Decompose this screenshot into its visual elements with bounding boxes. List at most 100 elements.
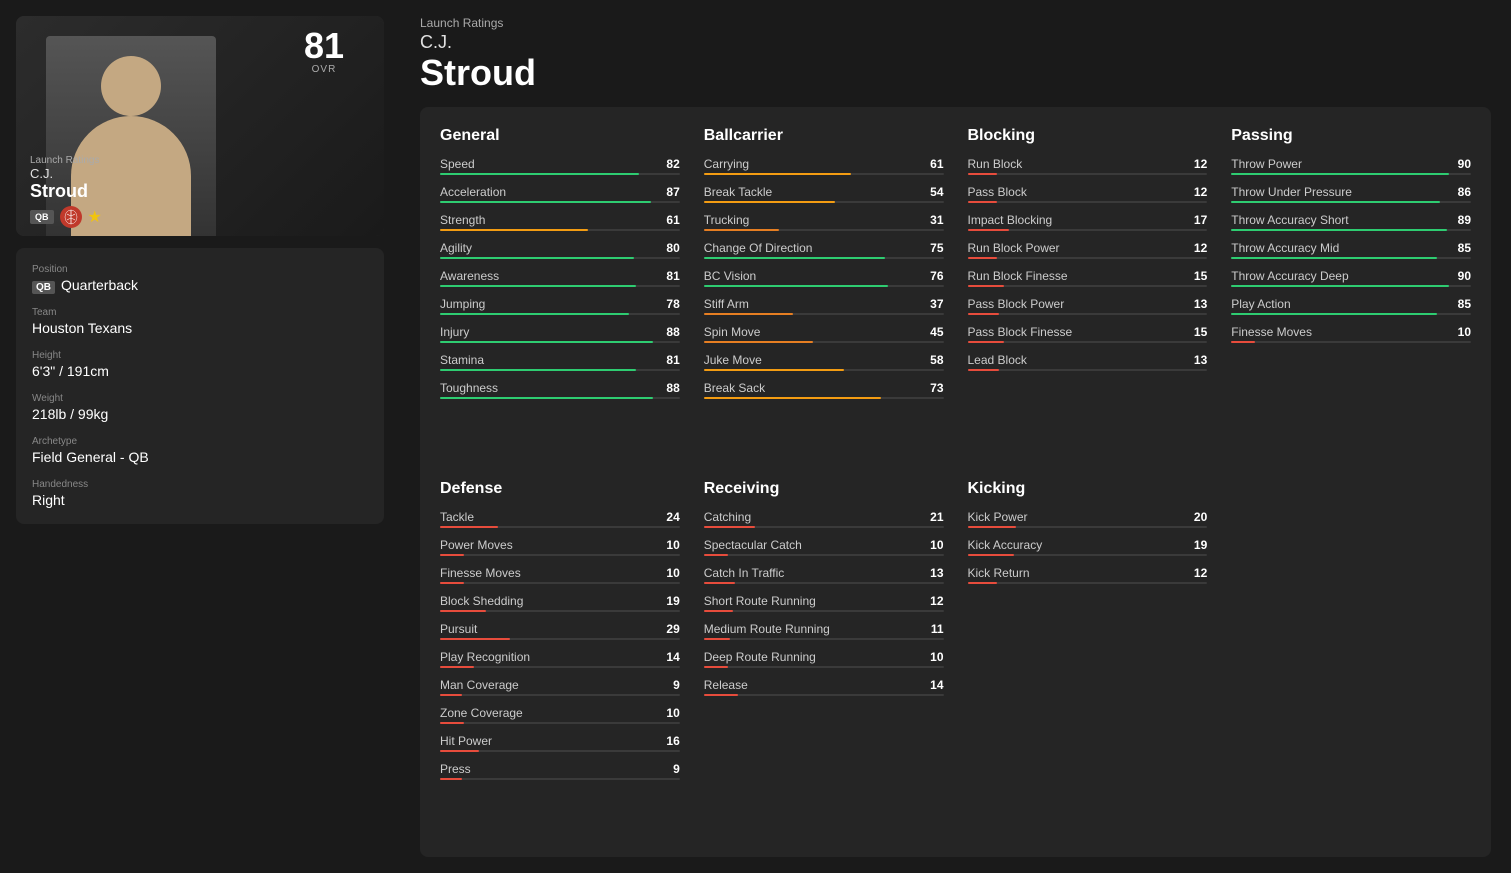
stat-name: Block Shedding: [440, 594, 523, 608]
receiving-stats: Catching 21 Spectacular Catch 10 Catch I…: [704, 510, 944, 706]
stat-top: Play Action 85: [1231, 297, 1471, 313]
weight-row: Weight 218lb / 99kg: [32, 393, 368, 422]
stat-row: Man Coverage 9: [440, 678, 680, 702]
stat-row: Throw Power 90: [1231, 157, 1471, 181]
stat-name: Throw Accuracy Short: [1231, 213, 1348, 227]
stat-bar-fill: [440, 554, 464, 556]
stat-bar: [440, 229, 680, 231]
stat-row: BC Vision 76: [704, 269, 944, 293]
stat-bar-fill: [968, 582, 997, 584]
stat-row: Release 14: [704, 678, 944, 702]
stat-top: Jumping 78: [440, 297, 680, 313]
category-receiving: Receiving Catching 21 Spectacular Catch …: [704, 480, 944, 837]
stat-bar: [704, 554, 944, 556]
stat-top: Zone Coverage 10: [440, 706, 680, 722]
stat-name: Spin Move: [704, 325, 761, 339]
stat-value: 31: [930, 213, 943, 227]
stat-value: 80: [666, 241, 679, 255]
stat-value: 82: [666, 157, 679, 171]
stat-row: Hit Power 16: [440, 734, 680, 758]
stat-name: Man Coverage: [440, 678, 519, 692]
stat-value: 13: [1194, 297, 1207, 311]
stat-row: Block Shedding 19: [440, 594, 680, 618]
player-last-name: Stroud: [420, 53, 1491, 93]
stat-top: Spin Move 45: [704, 325, 944, 341]
stat-bar-fill: [704, 173, 852, 175]
stat-name: Jumping: [440, 297, 485, 311]
weight-label: Weight: [32, 393, 368, 404]
stat-row: Throw Under Pressure 86: [1231, 185, 1471, 209]
left-panel: 81 OVR Launch Ratings C.J. Stroud QB ★: [0, 0, 400, 873]
archetype-row: Archetype Field General - QB: [32, 436, 368, 465]
stat-name: Toughness: [440, 381, 498, 395]
stat-row: Kick Power 20: [968, 510, 1208, 534]
stat-name: Break Sack: [704, 381, 765, 395]
stat-top: Throw Power 90: [1231, 157, 1471, 173]
stat-bar: [440, 257, 680, 259]
stat-row: Throw Accuracy Short 89: [1231, 213, 1471, 237]
stat-row: Finesse Moves 10: [440, 566, 680, 590]
category-general-title: General: [440, 127, 680, 145]
stat-bar-fill: [968, 173, 997, 175]
stat-value: 12: [1194, 241, 1207, 255]
weight-value: 218lb / 99kg: [32, 406, 368, 422]
stat-top: Carrying 61: [704, 157, 944, 173]
stat-bar: [440, 666, 680, 668]
stat-bar-fill: [440, 582, 464, 584]
stat-top: Agility 80: [440, 241, 680, 257]
stat-bar: [968, 526, 1208, 528]
stat-bar: [440, 173, 680, 175]
stat-name: Impact Blocking: [968, 213, 1053, 227]
stat-row: Press 9: [440, 762, 680, 786]
stat-row: Spectacular Catch 10: [704, 538, 944, 562]
stat-value: 12: [930, 594, 943, 608]
stat-top: Run Block Finesse 15: [968, 269, 1208, 285]
stat-bar: [704, 694, 944, 696]
stat-value: 11: [931, 622, 944, 636]
stat-bar: [968, 201, 1208, 203]
stat-bar-fill: [968, 369, 999, 371]
stat-bar: [704, 341, 944, 343]
stat-row: Impact Blocking 17: [968, 213, 1208, 237]
stat-row: Change Of Direction 75: [704, 241, 944, 265]
position-tag: QB: [32, 281, 55, 294]
stat-value: 12: [1194, 566, 1207, 580]
stat-row: Catching 21: [704, 510, 944, 534]
handedness-label: Handedness: [32, 479, 368, 490]
stat-value: 37: [930, 297, 943, 311]
team-row: Team Houston Texans: [32, 307, 368, 336]
stat-bar-fill: [440, 750, 479, 752]
stat-top: Play Recognition 14: [440, 650, 680, 666]
category-kicking-title: Kicking: [968, 480, 1208, 498]
stat-bar-fill: [968, 313, 999, 315]
category-ballcarrier-title: Ballcarrier: [704, 127, 944, 145]
stat-name: Throw Power: [1231, 157, 1302, 171]
stat-name: Press: [440, 762, 471, 776]
stat-top: Finesse Moves 10: [440, 566, 680, 582]
stat-bar: [968, 369, 1208, 371]
stat-bar: [440, 313, 680, 315]
stat-name: Finesse Moves: [440, 566, 521, 580]
stat-row: Lead Block 13: [968, 353, 1208, 377]
stat-row: Tackle 24: [440, 510, 680, 534]
stat-top: Trucking 31: [704, 213, 944, 229]
stat-value: 21: [930, 510, 943, 524]
stat-top: Man Coverage 9: [440, 678, 680, 694]
stat-bar-fill: [1231, 341, 1255, 343]
stat-bar: [704, 582, 944, 584]
stat-row: Medium Route Running 11: [704, 622, 944, 646]
stat-bar-fill: [704, 638, 731, 640]
position-label: Position: [32, 264, 368, 275]
stat-value: 10: [930, 538, 943, 552]
stat-bar: [1231, 229, 1471, 231]
stat-value: 12: [1194, 185, 1207, 199]
stat-value: 10: [666, 706, 679, 720]
category-passing-title: Passing: [1231, 127, 1471, 145]
stat-name: Trucking: [704, 213, 750, 227]
stat-bar: [704, 397, 944, 399]
stat-value: 61: [930, 157, 943, 171]
stat-name: Kick Power: [968, 510, 1028, 524]
stat-top: Break Sack 73: [704, 381, 944, 397]
stat-top: Press 9: [440, 762, 680, 778]
stat-value: 10: [930, 650, 943, 664]
